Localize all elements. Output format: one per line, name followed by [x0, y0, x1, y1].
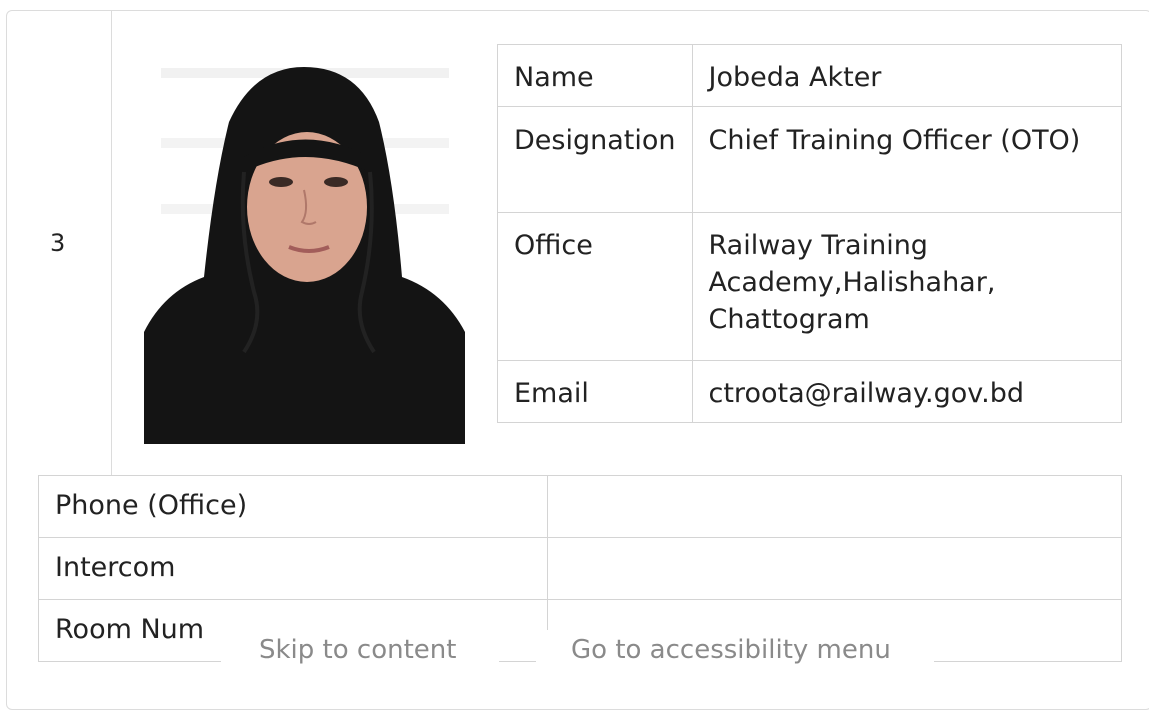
- phone-office-label: Phone (Office): [38, 475, 548, 538]
- table-row: Email ctroota@railway.gov.bd: [497, 360, 1122, 423]
- designation-label: Designation: [497, 106, 693, 213]
- accessibility-menu-link[interactable]: Go to accessibility menu: [536, 630, 934, 670]
- name-label: Name: [497, 44, 693, 107]
- intercom-value: [547, 537, 1122, 600]
- officer-photo: [144, 62, 465, 444]
- officer-info-table: Name Jobeda Akter Designation Chief Trai…: [497, 44, 1122, 423]
- table-row: Designation Chief Training Officer (OTO): [497, 106, 1122, 213]
- designation-value: Chief Training Officer (OTO): [691, 106, 1122, 213]
- name-value: Jobeda Akter: [691, 44, 1122, 107]
- column-divider: [111, 10, 112, 476]
- office-label: Office: [497, 212, 693, 361]
- table-row: Intercom: [38, 537, 1122, 600]
- serial-number: 3: [50, 229, 66, 257]
- phone-office-value: [547, 475, 1122, 538]
- table-row: Name Jobeda Akter: [497, 44, 1122, 107]
- office-value: Railway Training Academy,Halishahar, Cha…: [691, 212, 1122, 361]
- email-label: Email: [497, 360, 693, 423]
- email-value[interactable]: ctroota@railway.gov.bd: [691, 360, 1122, 423]
- table-row: Phone (Office): [38, 475, 1122, 538]
- intercom-label: Intercom: [38, 537, 548, 600]
- person-portrait-icon: [144, 62, 465, 444]
- table-row: Office Railway Training Academy,Halishah…: [497, 212, 1122, 361]
- skip-to-content-link[interactable]: Skip to content: [221, 630, 499, 670]
